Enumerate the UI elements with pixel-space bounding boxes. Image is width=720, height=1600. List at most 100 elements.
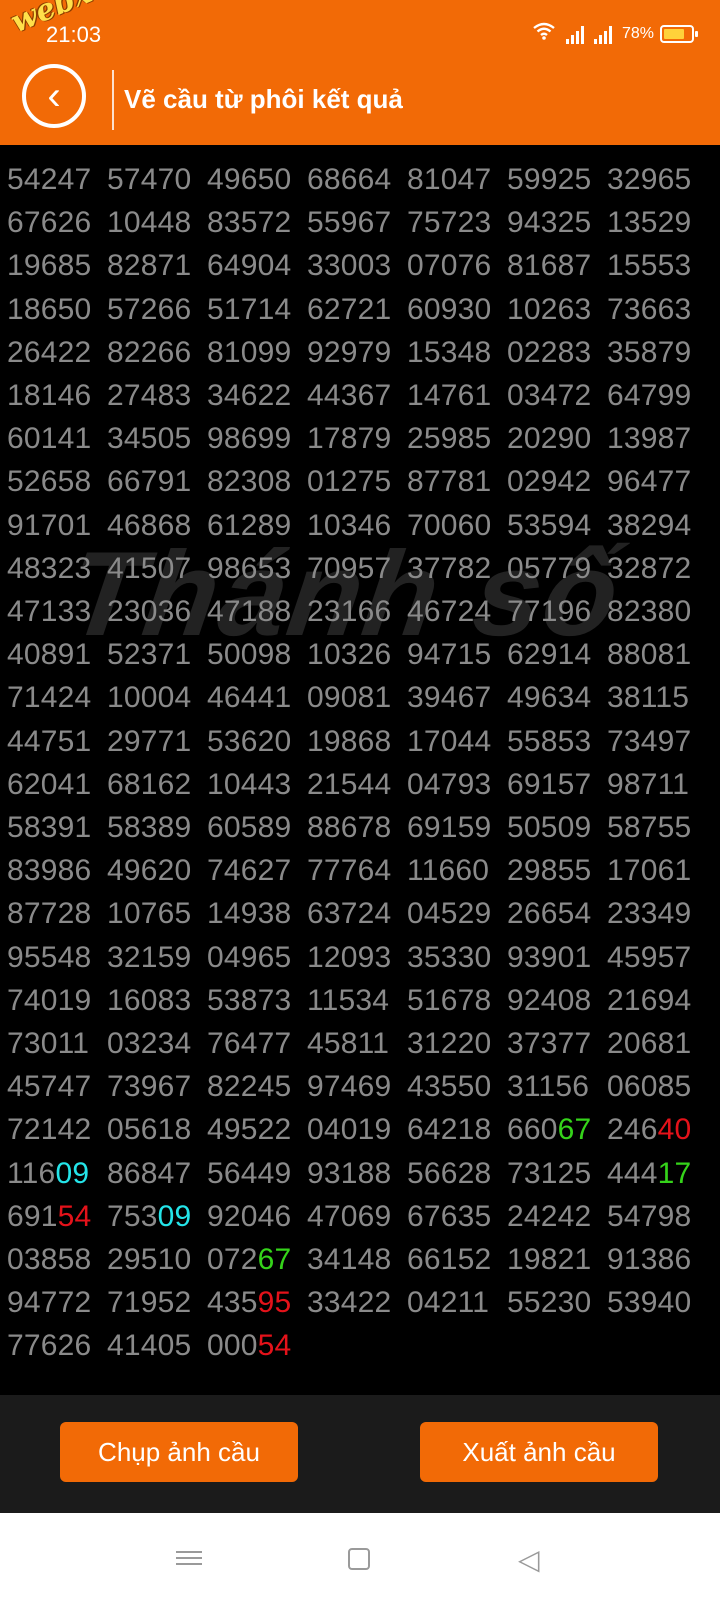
grid-cell: 52371 bbox=[107, 638, 192, 672]
grid-cell: 67626 bbox=[7, 206, 92, 240]
grid-cell: 45957 bbox=[607, 940, 692, 974]
grid-cell: 24242 bbox=[507, 1199, 592, 1233]
grid-cell: 68162 bbox=[107, 767, 192, 801]
number-grid[interactable]: Thánh số 54247 57470 49650 68664 81047 59925 3… bbox=[0, 145, 720, 1395]
grid-cell: 32872 bbox=[607, 551, 692, 585]
grid-cell: 74627 bbox=[207, 854, 292, 888]
grid-cell: 15348 bbox=[407, 335, 492, 369]
grid-cell: 17044 bbox=[407, 724, 492, 758]
grid-cell: 34622 bbox=[207, 379, 292, 412]
grid-cell: 11660 bbox=[407, 854, 490, 888]
back-button[interactable]: ‹ bbox=[22, 64, 86, 128]
grid-cell: 44751 bbox=[7, 724, 92, 758]
capture-image-button[interactable]: Chụp ảnh cầu bbox=[60, 1422, 298, 1482]
grid-cell: 17879 bbox=[307, 422, 392, 456]
grid-row: 58391 58389 60589 88678 69159 50509 58755 bbox=[7, 811, 717, 855]
grid-cell: 62041 bbox=[7, 767, 92, 801]
grid-cell: 27483 bbox=[107, 379, 192, 412]
grid-cell: 23349 bbox=[607, 897, 692, 931]
grid-row: 54247 57470 49650 68664 81047 59925 32965 bbox=[7, 163, 717, 207]
grid-cell: 81687 bbox=[507, 249, 592, 283]
grid-cell: 97469 bbox=[307, 1070, 392, 1104]
home-icon[interactable] bbox=[348, 1548, 370, 1570]
grid-cell: 60141 bbox=[7, 422, 92, 456]
page-title: Vẽ cầu từ phôi kết quả bbox=[124, 84, 403, 114]
grid-cell: 43550 bbox=[407, 1070, 492, 1104]
grid-cell: 52658 bbox=[7, 465, 92, 499]
grid-cell: 14761 bbox=[407, 379, 492, 412]
grid-cell: 47069 bbox=[307, 1199, 392, 1233]
grid-cell: 38115 bbox=[607, 681, 690, 715]
grid-cell: 87728 bbox=[7, 897, 92, 931]
back-triangle-icon[interactable]: ◁ bbox=[518, 1543, 540, 1576]
highlighted-digits: 54 bbox=[257, 1329, 292, 1363]
grid-cell: 51714 bbox=[207, 292, 292, 326]
grid-cell: 46868 bbox=[107, 508, 192, 542]
grid-row: 40891 52371 50098 10326 94715 62914 88081 bbox=[7, 638, 717, 682]
grid-cell: 41507 bbox=[107, 551, 192, 585]
grid-cell: 66067 bbox=[507, 1113, 592, 1147]
grid-cell: 23166 bbox=[307, 595, 392, 628]
highlighted-digits: 09 bbox=[157, 1199, 192, 1233]
grid-cell: 70957 bbox=[307, 551, 392, 585]
menu-icon[interactable] bbox=[176, 1547, 202, 1569]
grid-cell: 71424 bbox=[7, 681, 92, 715]
grid-cell: 53594 bbox=[507, 508, 592, 542]
grid-cell: 67635 bbox=[407, 1199, 492, 1233]
grid-cell: 29855 bbox=[507, 854, 592, 888]
grid-cell: 20290 bbox=[507, 422, 592, 456]
site-watermark: webxoso.net bbox=[6, 0, 209, 40]
grid-cell: 25985 bbox=[407, 422, 492, 456]
grid-cell: 07267 bbox=[207, 1243, 292, 1276]
grid-cell: 59925 bbox=[507, 163, 592, 196]
grid-row: 11609 86847 56449 93188 56628 73125 44417 bbox=[7, 1157, 717, 1201]
grid-cell: 93188 bbox=[307, 1156, 392, 1190]
grid-cell: 69157 bbox=[507, 767, 592, 801]
grid-row: 03858 29510 07267 34148 66152 19821 91386 bbox=[7, 1243, 717, 1287]
grid-cell: 00054 bbox=[207, 1329, 292, 1363]
grid-cell: 04793 bbox=[407, 767, 492, 801]
grid-cell: 76477 bbox=[207, 1027, 292, 1060]
grid-cell: 07076 bbox=[407, 249, 492, 283]
grid-cell: 64799 bbox=[607, 379, 692, 412]
grid-cell: 81099 bbox=[207, 335, 292, 369]
grid-row: 47133 23036 47188 23166 46724 77196 82380 bbox=[7, 595, 717, 639]
grid-cell: 77626 bbox=[7, 1329, 92, 1363]
highlighted-digits: 54 bbox=[57, 1199, 92, 1233]
grid-cell: 82871 bbox=[107, 249, 192, 283]
grid-cell: 54247 bbox=[7, 163, 92, 196]
grid-cell: 61289 bbox=[207, 508, 292, 542]
grid-cell: 04019 bbox=[307, 1113, 392, 1147]
grid-cell: 44417 bbox=[607, 1156, 692, 1190]
grid-cell: 73967 bbox=[107, 1070, 192, 1104]
grid-cell: 17061 bbox=[607, 854, 692, 888]
grid-cell: 98711 bbox=[607, 767, 690, 801]
grid-cell: 72142 bbox=[7, 1113, 92, 1147]
grid-cell: 06085 bbox=[607, 1070, 692, 1104]
grid-row: 77626 41405 00054 bbox=[7, 1329, 717, 1373]
grid-row: 44751 29771 53620 19868 17044 55853 73497 bbox=[7, 725, 717, 769]
grid-cell: 32159 bbox=[107, 940, 192, 974]
grid-row: 72142 05618 49522 04019 64218 66067 24640 bbox=[7, 1113, 717, 1157]
grid-cell: 43595 bbox=[207, 1286, 292, 1320]
grid-cell: 03234 bbox=[107, 1027, 192, 1060]
grid-cell: 93901 bbox=[507, 940, 592, 974]
grid-cell: 18650 bbox=[7, 292, 92, 326]
highlighted-digits: 40 bbox=[657, 1113, 692, 1147]
grid-cell: 51678 bbox=[407, 983, 492, 1017]
grid-cell: 23036 bbox=[107, 595, 192, 628]
bottom-toolbar: Chụp ảnh cầu Xuất ảnh cầu bbox=[0, 1395, 720, 1513]
grid-cell: 94715 bbox=[407, 638, 492, 672]
grid-row: 74019 16083 53873 11534 51678 92408 21694 bbox=[7, 984, 717, 1028]
grid-cell: 54798 bbox=[607, 1199, 692, 1233]
export-image-button[interactable]: Xuất ảnh cầu bbox=[420, 1422, 658, 1482]
grid-cell: 88678 bbox=[307, 811, 392, 844]
grid-cell: 02283 bbox=[507, 335, 592, 369]
grid-cell: 98653 bbox=[207, 551, 292, 585]
grid-cell: 47188 bbox=[207, 595, 292, 628]
grid-cell: 92979 bbox=[307, 335, 392, 369]
grid-cell: 94325 bbox=[507, 206, 592, 240]
grid-cell: 26422 bbox=[7, 335, 92, 369]
grid-row: 19685 82871 64904 33003 07076 81687 15553 bbox=[7, 249, 717, 293]
grid-cell: 98699 bbox=[207, 422, 292, 456]
